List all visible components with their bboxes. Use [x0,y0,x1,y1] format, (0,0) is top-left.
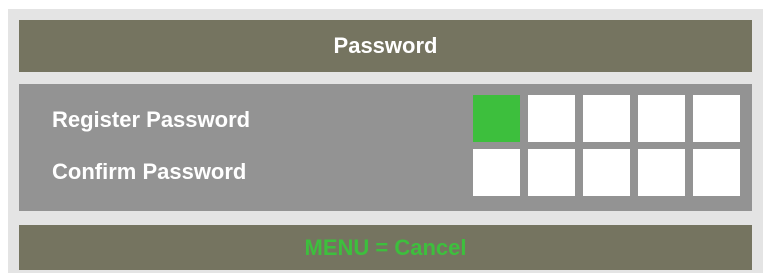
title-bar: Password [19,20,752,72]
register-digit-box-4[interactable] [638,95,685,142]
confirm-password-label: Confirm Password [52,159,247,184]
confirm-digit-box-3[interactable] [583,149,630,196]
register-password-input[interactable] [473,95,740,142]
register-digit-box-5[interactable] [693,95,740,142]
register-digit-box-2[interactable] [528,95,575,142]
cancel-hint: MENU = Cancel [304,234,467,260]
confirm-digit-box-1[interactable] [473,149,520,196]
confirm-digit-box-2[interactable] [528,149,575,196]
footer-bar: MENU = Cancel [19,225,752,270]
confirm-digit-box-4[interactable] [638,149,685,196]
confirm-digit-box-5[interactable] [693,149,740,196]
register-digit-box-3[interactable] [583,95,630,142]
register-digit-box-1[interactable] [473,95,520,142]
dialog-title: Password [333,33,438,58]
password-panel: Register Password Confirm Password [19,84,752,211]
confirm-password-input[interactable] [473,149,740,196]
register-password-label: Register Password [52,107,251,132]
